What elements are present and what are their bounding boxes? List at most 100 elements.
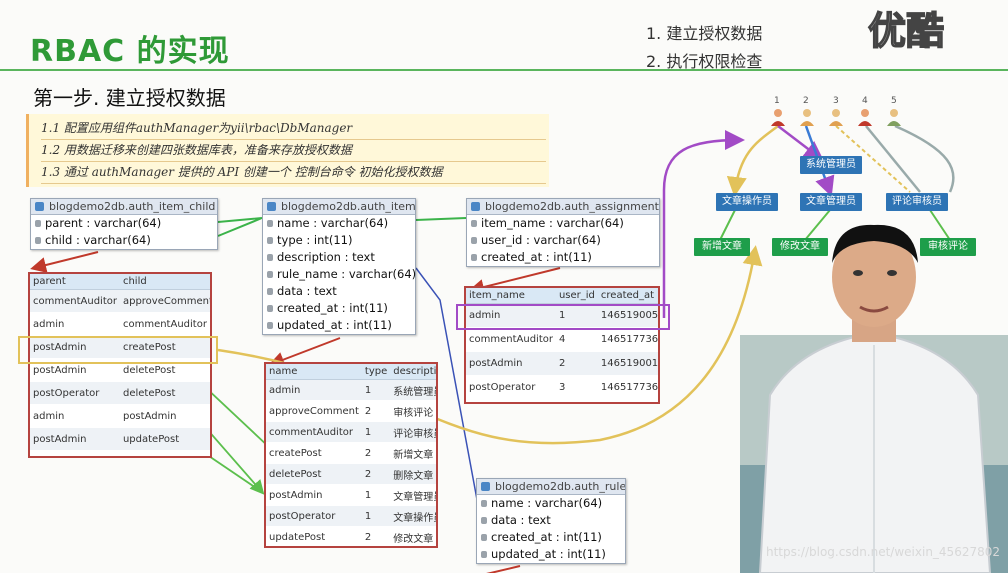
cell: admin bbox=[266, 379, 362, 401]
arrow-rule-data bbox=[486, 565, 521, 573]
column: description : text bbox=[263, 249, 415, 266]
role-box-post-operator: 文章操作员 bbox=[716, 193, 778, 211]
column: created_at : int(11) bbox=[263, 300, 415, 317]
column: name : varchar(64) bbox=[263, 215, 415, 232]
cell: 删除文章 bbox=[390, 463, 436, 485]
user-icon bbox=[771, 109, 785, 126]
col-header: parent bbox=[30, 274, 120, 290]
col-header: child bbox=[119, 274, 210, 290]
user-number: 4 bbox=[862, 96, 868, 106]
column: name : varchar(64) bbox=[477, 495, 625, 512]
column: data : text bbox=[477, 512, 625, 529]
cell: 2 bbox=[361, 463, 391, 485]
cell: commentAuditor bbox=[266, 421, 362, 443]
cell: 1 bbox=[361, 505, 391, 527]
cell: approveComment bbox=[119, 289, 210, 313]
arrow-item-data bbox=[268, 337, 341, 368]
user-number: 5 bbox=[891, 96, 897, 106]
user-icons bbox=[771, 109, 901, 126]
column: updated_at : int(11) bbox=[477, 546, 625, 563]
column: user_id : varchar(64) bbox=[467, 232, 659, 249]
user-icon bbox=[887, 109, 901, 126]
cell: 2 bbox=[555, 351, 598, 376]
col-header: user_id bbox=[555, 288, 598, 304]
cell: 新增文章 bbox=[390, 442, 436, 464]
cell: 1 bbox=[361, 379, 391, 401]
cell: postAdmin bbox=[266, 484, 362, 506]
cell: 1465177361 bbox=[597, 327, 658, 352]
cell: admin bbox=[30, 312, 120, 336]
cell: 文章操作员 bbox=[390, 505, 436, 527]
cell: 1 bbox=[361, 421, 391, 443]
cell: postAdmin bbox=[30, 427, 120, 451]
table-auth-assignment: blogdemo2db.auth_assignment item_name : … bbox=[466, 198, 660, 267]
column: child : varchar(64) bbox=[31, 232, 217, 249]
role-box-post-admin: 文章管理员 bbox=[800, 193, 862, 211]
highlight-postadmin-createpost bbox=[18, 336, 218, 364]
cell: 4 bbox=[555, 327, 598, 352]
highlight-admin-assignment bbox=[456, 304, 670, 330]
cell: 3 bbox=[555, 375, 598, 400]
cell: 审核评论 bbox=[390, 400, 436, 422]
column: rule_name : varchar(64) bbox=[263, 266, 416, 283]
user-icon bbox=[858, 109, 872, 126]
purple-map-line bbox=[662, 130, 745, 318]
presenter-video bbox=[740, 224, 1008, 573]
column: data : text bbox=[263, 283, 415, 300]
cell: postOperator bbox=[266, 505, 362, 527]
cell: 2 bbox=[361, 442, 391, 464]
cell: 1 bbox=[361, 484, 391, 506]
table-auth-rule: blogdemo2db.auth_rule name : varchar(64)… bbox=[476, 478, 626, 564]
user-number: 3 bbox=[833, 96, 839, 106]
cell: updatePost bbox=[266, 526, 362, 546]
col-header: item_name bbox=[466, 288, 556, 304]
cell: 评论审核员 bbox=[390, 421, 436, 443]
col-header: name bbox=[266, 364, 362, 380]
cell: admin bbox=[30, 404, 120, 428]
cell: commentAuditor bbox=[119, 312, 210, 336]
cell: postOperator bbox=[466, 375, 556, 400]
table-title: blogdemo2db.auth_rule bbox=[477, 479, 625, 495]
col-header: created_at bbox=[597, 288, 658, 304]
column: parent : varchar(64) bbox=[31, 215, 217, 232]
slide: RBAC 的实现 1. 建立授权数据 2. 执行权限检查 优酷 第一步. 建立授… bbox=[0, 0, 1008, 573]
csdn-credit: https://blog.csdn.net/weixin_45627802 bbox=[765, 545, 1000, 559]
user-number: 1 bbox=[774, 96, 780, 106]
column: created_at : int(11) bbox=[467, 249, 659, 266]
col-header: type bbox=[361, 364, 391, 380]
cell: commentAuditor bbox=[30, 289, 120, 313]
cell: 修改文章 bbox=[390, 526, 436, 546]
col-header: description bbox=[390, 364, 436, 380]
user-number: 2 bbox=[803, 96, 809, 106]
cell: postAdmin bbox=[119, 404, 210, 428]
cell: postAdmin bbox=[466, 351, 556, 376]
cell: createPost bbox=[266, 442, 362, 464]
cell: 2 bbox=[361, 526, 391, 546]
cell: commentAuditor bbox=[466, 327, 556, 352]
column: item_name : varchar(64) bbox=[467, 215, 659, 232]
grid-auth-item-data: nametypedescription admin1系统管理员 approveC… bbox=[264, 362, 438, 548]
grid-auth-item-child-data: parent child commentAuditor approveComment… bbox=[28, 272, 212, 458]
cell: deletePost bbox=[266, 463, 362, 485]
cell: 2 bbox=[361, 400, 391, 422]
table-auth-item: blogdemo2db.auth_item name : varchar(64)… bbox=[262, 198, 416, 335]
column: created_at : int(11) bbox=[477, 529, 625, 546]
column: type : int(11) bbox=[263, 232, 415, 249]
user-icon bbox=[800, 109, 814, 126]
table-title: blogdemo2db.auth_assignment bbox=[467, 199, 659, 215]
column: updated_at : int(11) bbox=[263, 317, 415, 334]
cell: deletePost bbox=[119, 381, 210, 405]
role-box-sysadmin: 系统管理员 bbox=[800, 156, 862, 174]
table-title: blogdemo2db.auth_item_child bbox=[31, 199, 217, 215]
fk-link-item-child bbox=[217, 217, 263, 237]
arrow-child-data bbox=[30, 251, 99, 273]
cell: 1465177361 bbox=[597, 375, 658, 400]
cell: updatePost bbox=[119, 427, 210, 451]
role-box-comment-auditor: 评论审核员 bbox=[886, 193, 948, 211]
user-icon bbox=[829, 109, 843, 126]
cell: 文章管理员 bbox=[390, 484, 436, 506]
cell: approveComment bbox=[266, 400, 362, 422]
cell: 1465190014 bbox=[597, 351, 658, 376]
table-auth-item-child: blogdemo2db.auth_item_child parent : var… bbox=[30, 198, 218, 250]
cell: postOperator bbox=[30, 381, 120, 405]
